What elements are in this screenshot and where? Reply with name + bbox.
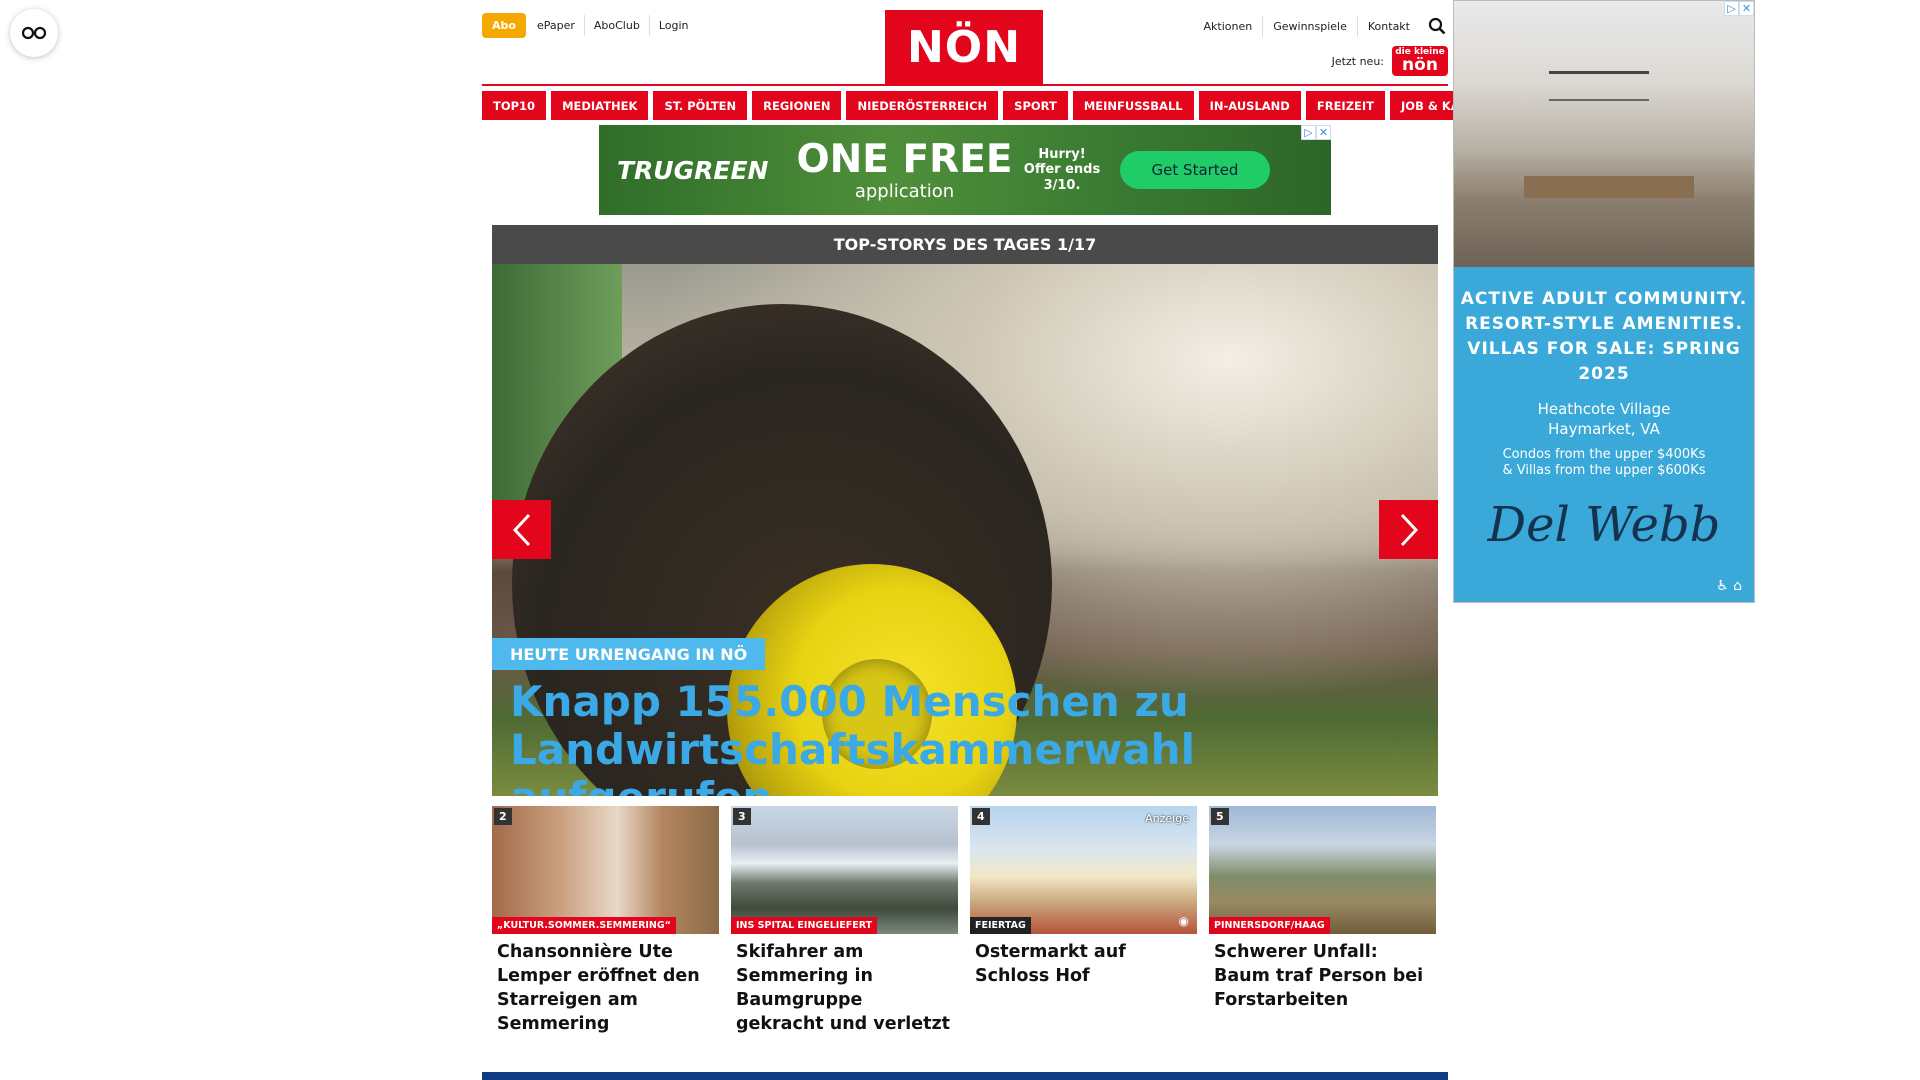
nav-item-top10[interactable]: TOP10: [482, 91, 547, 120]
epaper-link[interactable]: ePaper: [528, 15, 584, 36]
ad-offer-big: ONE FREE: [796, 136, 1013, 182]
teaser-tag: PINNERSDORF/HAAG: [1209, 917, 1330, 934]
ad-close-icon[interactable]: ✕: [1316, 125, 1331, 140]
nav-item-mediathek[interactable]: MEDIATHEK: [551, 91, 649, 120]
nav-item-regionen[interactable]: REGIONEN: [752, 91, 842, 120]
jetzt-neu: Jetzt neu: die kleine nön: [1332, 46, 1448, 76]
side-ad-text: ACTIVE ADULT COMMUNITY. RESORT-STYLE AME…: [1454, 267, 1754, 602]
teaser-title[interactable]: Skifahrer am Semmering in Baumgruppe gek…: [736, 940, 953, 1036]
ad-offer-small: application: [854, 180, 955, 202]
hero-kicker: HEUTE URNENGANG IN NÖ: [492, 638, 766, 670]
adchoices-icon[interactable]: ▷: [1301, 125, 1316, 140]
teaser-card[interactable]: 4 Anzeige FEIERTAG ◉ Ostermarkt auf Schl…: [970, 806, 1197, 1036]
accessibility-icon: ♿ ⌂: [1716, 578, 1742, 594]
side-ad-table: [1524, 176, 1694, 198]
teaser-image[interactable]: 4 Anzeige FEIERTAG ◉: [970, 806, 1197, 934]
ad-hurry: Hurry! Offer ends 3/10.: [1023, 146, 1101, 193]
side-ad-price-1: Condos from the upper $400Ks: [1502, 447, 1706, 462]
side-ad-lamp: [1549, 71, 1649, 101]
nav-item-meinfussball[interactable]: MEINFUSSBALL: [1072, 91, 1194, 120]
story-teasers: 2 „KULTUR.SOMMER.SEMMERING“ Chansonnière…: [492, 806, 1438, 1036]
teaser-image[interactable]: 5 PINNERSDORF/HAAG: [1209, 806, 1436, 934]
side-ad-location-2: Haymarket, VA: [1548, 420, 1660, 438]
side-ad-headline: ACTIVE ADULT COMMUNITY. RESORT-STYLE AME…: [1460, 289, 1748, 384]
side-ad-photo: ▷ ✕: [1454, 1, 1754, 267]
ad-cta-button[interactable]: Get Started: [1120, 151, 1270, 189]
header-divider: [482, 84, 1448, 86]
side-ad-location: Heathcote Village Haymarket, VA: [1454, 399, 1754, 439]
ad-offer: ONE FREE application: [787, 140, 1022, 201]
kleine-noen-badge[interactable]: die kleine nön: [1392, 46, 1448, 76]
site-logo[interactable]: NÖN: [885, 10, 1043, 84]
teaser-title[interactable]: Schwerer Unfall: Baum traf Person bei Fo…: [1214, 940, 1431, 1012]
teaser-image[interactable]: 3 INS SPITAL EINGELIEFERT: [731, 806, 958, 934]
nav-item-freizeit[interactable]: FREIZEIT: [1305, 91, 1386, 120]
adchoices[interactable]: ▷ ✕: [1301, 125, 1331, 140]
teaser-image[interactable]: 2 „KULTUR.SOMMER.SEMMERING“: [492, 806, 719, 934]
gewinnspiele-link[interactable]: Gewinnspiele: [1262, 15, 1357, 37]
teaser-title[interactable]: Ostermarkt auf Schloss Hof: [975, 940, 1192, 988]
top-stories-heading: TOP-STORYS DES TAGES 1/17: [492, 225, 1438, 264]
teaser-tag: FEIERTAG: [970, 917, 1031, 934]
teaser-number: 3: [733, 808, 751, 825]
hero-title[interactable]: Knapp 155.000 Menschen zu Landwirtschaft…: [510, 678, 1420, 797]
nav-item-st-poelten[interactable]: ST. PÖLTEN: [653, 91, 748, 120]
chevron-left-icon: [512, 513, 530, 546]
side-adchoices[interactable]: ▷ ✕: [1724, 1, 1754, 16]
teaser-number: 2: [494, 808, 512, 825]
banner-ad[interactable]: TRUGREEN ONE FREE application Hurry! Off…: [599, 125, 1331, 215]
abo-button[interactable]: Abo: [482, 13, 526, 38]
utility-links-left: Abo ePaper AboClub Login: [482, 13, 698, 38]
utility-links-right: Aktionen Gewinnspiele Kontakt: [1194, 15, 1448, 37]
aboclub-link[interactable]: AboClub: [583, 15, 649, 36]
main-nav: TOP10 MEDIATHEK ST. PÖLTEN REGIONEN NIED…: [482, 91, 1518, 120]
chevron-right-icon: [1400, 513, 1418, 546]
side-ad-prices: Condos from the upper $400Ks & Villas fr…: [1454, 447, 1754, 479]
teaser-card[interactable]: 2 „KULTUR.SOMMER.SEMMERING“ Chansonnière…: [492, 806, 719, 1036]
ad-close-icon[interactable]: ✕: [1739, 1, 1754, 16]
search-icon[interactable]: [1426, 15, 1448, 37]
teaser-card[interactable]: 3 INS SPITAL EINGELIEFERT Skifahrer am S…: [731, 806, 958, 1036]
glasses-icon: [21, 26, 47, 40]
teaser-title[interactable]: Chansonnière Ute Lemper eröffnet den Sta…: [497, 940, 714, 1036]
bottom-section-bar: [482, 1072, 1448, 1080]
side-ad[interactable]: ▷ ✕ ACTIVE ADULT COMMUNITY. RESORT-STYLE…: [1453, 0, 1755, 603]
slider-next-button[interactable]: [1379, 500, 1438, 559]
teaser-number: 4: [972, 808, 990, 825]
side-ad-brand: Del Webb: [1487, 497, 1721, 553]
kontakt-link[interactable]: Kontakt: [1356, 15, 1420, 37]
kleine-noen-big: nön: [1402, 55, 1438, 75]
side-ad-price-2: & Villas from the upper $600Ks: [1502, 463, 1706, 478]
nav-item-sport[interactable]: SPORT: [1003, 91, 1068, 120]
teaser-number: 5: [1211, 808, 1229, 825]
nav-item-niederoesterreich[interactable]: NIEDERÖSTERREICH: [846, 91, 999, 120]
side-ad-location-1: Heathcote Village: [1537, 400, 1671, 418]
teaser-tag: „KULTUR.SOMMER.SEMMERING“: [492, 917, 676, 934]
ad-label: Anzeige: [1145, 812, 1189, 825]
ad-brand: TRUGREEN: [617, 155, 769, 185]
hero-slide[interactable]: HEUTE URNENGANG IN NÖ Knapp 155.000 Mens…: [492, 264, 1438, 796]
nav-item-in-ausland[interactable]: IN-AUSLAND: [1198, 91, 1301, 120]
slider-prev-button[interactable]: [492, 500, 551, 559]
teaser-card[interactable]: 5 PINNERSDORF/HAAG Schwerer Unfall: Baum…: [1209, 806, 1436, 1036]
login-link[interactable]: Login: [648, 15, 698, 36]
teaser-tag: INS SPITAL EINGELIEFERT: [731, 917, 878, 934]
adchoices-icon[interactable]: ▷: [1724, 1, 1739, 16]
jetzt-label: Jetzt neu:: [1331, 54, 1384, 68]
reader-mode-button[interactable]: [10, 9, 58, 57]
camera-icon: ◉: [1178, 914, 1189, 928]
aktionen-link[interactable]: Aktionen: [1194, 16, 1263, 37]
